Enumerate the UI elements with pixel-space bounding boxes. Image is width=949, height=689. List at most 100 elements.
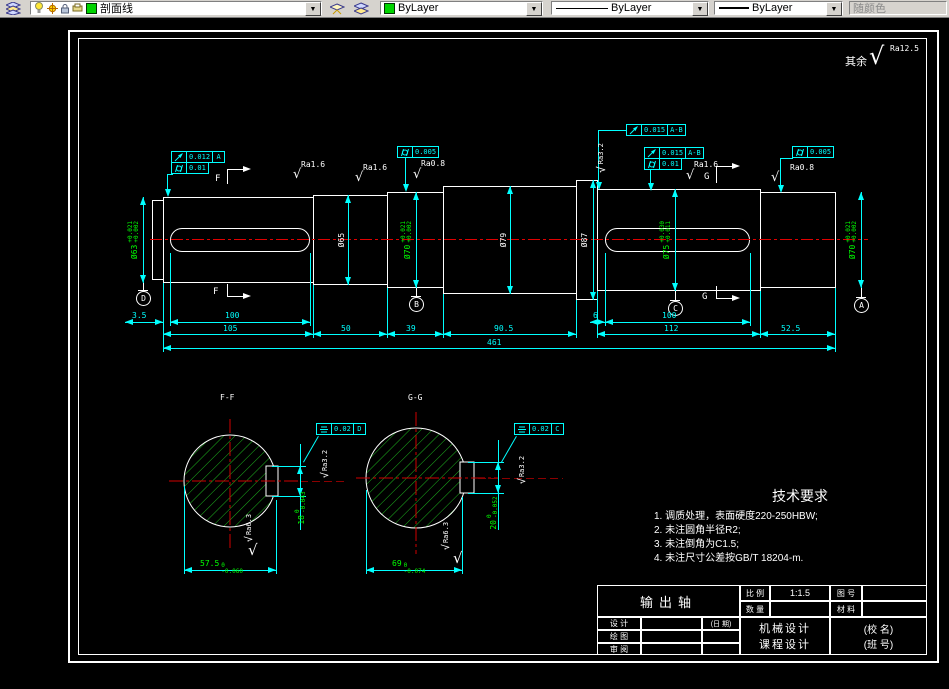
drawing-line [653, 160, 656, 168]
lineweight-value: ByLayer [752, 2, 793, 14]
keyway-slot-left [170, 228, 310, 252]
drawing-line [165, 189, 171, 197]
drawing-line [171, 162, 187, 174]
drawing-line [648, 160, 651, 168]
dim-100r: 100 [662, 311, 677, 320]
current-layer-name: 剖面线 [100, 3, 133, 15]
ra16-label: Ra1.6 [301, 160, 326, 169]
dim-39: 39 [406, 324, 416, 333]
drawing-line: A [859, 301, 864, 310]
figure-no-label: 图 号 [830, 585, 862, 601]
make-object-layer-current-button[interactable] [326, 0, 348, 16]
linetype-control-dropdown[interactable]: ByLayer ▼ [551, 1, 709, 16]
drawing-line: √ [248, 541, 258, 559]
layer-previous-button[interactable] [350, 0, 372, 16]
drawing-line [163, 331, 313, 337]
drawing-line: A-B [685, 147, 704, 159]
keyway-depth-gg: 69 0 -0.074 [392, 559, 425, 575]
school-class: (校 名) (班 号) [830, 617, 927, 655]
drawing-line [276, 500, 277, 574]
drawing-line [716, 298, 732, 299]
lineweight-control-dropdown[interactable]: ByLayer ▼ [714, 1, 843, 16]
title-block: 输出轴 比 例 1:1.5 图 号 数 量 材 料 设 计 (日 期) 绘 图 … [597, 585, 927, 655]
drawing-line [462, 497, 463, 574]
tech-req-1: 1. 调质处理，表面硬度220-250HBW; [654, 511, 818, 522]
drawing-line: A [212, 151, 226, 163]
drawing-line: -0.043 [300, 491, 307, 514]
drawing-line [750, 253, 751, 326]
drawing-line: √ [440, 544, 452, 551]
drawing-line [716, 166, 717, 183]
drawing-line [413, 192, 419, 288]
lineweight-dropdown-arrow[interactable]: ▼ [826, 2, 842, 16]
color-control-dropdown[interactable]: ByLayer ▼ [380, 1, 543, 16]
ra16-label: Ra1.6 [694, 160, 719, 169]
drawing-line: 0.01 [659, 158, 682, 170]
drawing-line [62, 3, 68, 8]
section-ff-title: F-F [220, 393, 235, 402]
drawing-line [796, 148, 799, 156]
drawing-line: +0.002 [133, 220, 140, 243]
drawing-line [140, 197, 146, 283]
section-gg-view [356, 412, 498, 554]
drawing-line [672, 189, 678, 291]
layer-properties-toolbar: 剖面线 ▼ ByLayer ▼ ByLayer ▼ ByLayer ▼ 随颜色 [0, 0, 949, 18]
drawing-line [648, 183, 654, 191]
ra32-label: √ Ra3.2 [594, 123, 608, 193]
layer-dropdown[interactable]: 剖面线 ▼ [30, 1, 322, 16]
drawing-line [590, 319, 605, 325]
drawing-line [35, 2, 43, 10]
dia-87-label: Ø87 [578, 205, 590, 275]
drawing-line [353, 6, 369, 15]
drawing-line: A-B [667, 124, 686, 136]
section-marker-g-bottom: G [702, 292, 708, 302]
cylindricity-icon [175, 164, 183, 172]
dim-112: 112 [664, 324, 679, 333]
drawing-line: C [550, 423, 564, 435]
plot-icon [72, 3, 83, 12]
drawing-line [514, 423, 530, 435]
runout-icon [647, 148, 656, 157]
drawing-line: +0.002 [406, 220, 413, 243]
drawing-line [576, 300, 577, 338]
linetype-dropdown-arrow[interactable]: ▼ [692, 2, 708, 16]
date-label: (日 期) [702, 617, 740, 630]
drawing-line: 57.5 [200, 559, 220, 568]
drawing-line [675, 291, 676, 300]
drawing-line: 0 -0.074 [404, 563, 426, 575]
layer-dropdown-arrow[interactable]: ▼ [305, 2, 321, 16]
dim-3-5: 3.5 [132, 311, 147, 320]
draw-label: 绘 图 [597, 630, 641, 643]
plotstyle-control-dropdown: 随颜色 [849, 1, 947, 15]
color-dropdown-arrow[interactable]: ▼ [526, 2, 542, 16]
tech-req-3: 3. 未注倒角为C1.5; [654, 539, 740, 550]
layer-properties-button[interactable] [2, 0, 24, 16]
drawing-line [170, 253, 171, 326]
drawing-line [387, 331, 443, 337]
drawing-line: +0.021 +0.002 [127, 220, 140, 243]
cad-drawing-canvas[interactable]: 剖面线 ▼ ByLayer ▼ ByLayer ▼ ByLayer ▼ 随颜色 … [0, 0, 949, 689]
drawing-line [125, 319, 163, 325]
drawing-line [590, 180, 596, 300]
dim-52-5: 52.5 [781, 324, 801, 333]
drawing-line [605, 319, 750, 325]
dia-75-label: Ø75 +0.030 +0.011 [659, 205, 672, 275]
section-gg-title: G-G [408, 393, 423, 402]
drawing-line: Ra6.3 [442, 521, 450, 544]
drawing-line [345, 195, 351, 285]
linetype-sample [556, 7, 608, 9]
cylindricity-icon [648, 160, 656, 168]
dim-461: 461 [487, 338, 502, 347]
drawing-line: Ø79 [498, 232, 508, 248]
drawing-line [5, 8, 21, 15]
keyway-slot-right [605, 228, 750, 252]
drawing-line: √ [594, 166, 608, 173]
quantity-value [770, 601, 830, 617]
freeze-sun-icon [47, 2, 58, 14]
ra08-label: Ra0.8 [421, 159, 446, 168]
dim-90-5: 90.5 [494, 324, 514, 333]
drawing-line [313, 195, 388, 285]
linetype-value: ByLayer [611, 2, 652, 14]
drawing-line [227, 169, 228, 184]
drawing-line: √ [686, 168, 695, 183]
